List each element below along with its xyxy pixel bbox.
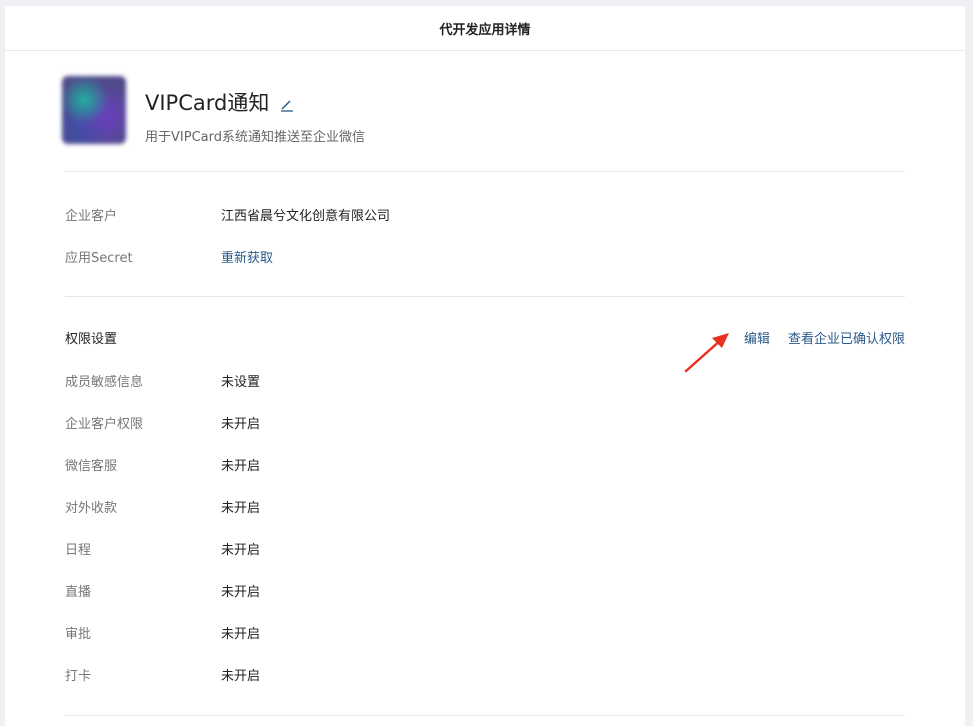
app-description: 用于VIPCard系统通知推送至企业微信 <box>145 130 365 145</box>
annotation-arrow-icon <box>684 333 729 373</box>
refetch-secret-link[interactable]: 重新获取 <box>221 247 273 266</box>
permission-row: 企业客户权限 未开启 <box>65 412 905 432</box>
view-confirmed-permission-link[interactable]: 查看企业已确认权限 <box>788 328 905 347</box>
permission-label: 微信客服 <box>65 458 118 474</box>
permission-row: 审批 未开启 <box>65 622 905 642</box>
permission-value: 未设置 <box>221 374 261 390</box>
permission-row: 成员敏感信息 未设置 <box>65 370 905 390</box>
permission-label: 成员敏感信息 <box>65 374 144 390</box>
app-title-row: VIPCard通知 <box>145 87 295 117</box>
permission-row: 微信客服 未开启 <box>65 454 905 474</box>
content-area: VIPCard通知 用于VIPCard系统通知推送至企业微信 企业客户 江西省晨… <box>62 51 905 716</box>
permission-label: 对外收款 <box>65 500 118 516</box>
app-detail-panel: 代开发应用详情 VIPCard通知 用于VIPCard系统通知推送至企业微信 企… <box>5 6 965 726</box>
edit-permission-link[interactable]: 编辑 <box>744 328 770 347</box>
permission-label: 企业客户权限 <box>65 416 144 432</box>
info-label: 企业客户 <box>65 208 118 224</box>
permission-row: 对外收款 未开启 <box>65 496 905 516</box>
info-row-customer: 企业客户 江西省晨兮文化创意有限公司 <box>65 204 905 224</box>
permission-value: 未开启 <box>221 542 261 558</box>
info-row-secret: 应用Secret 重新获取 <box>65 246 905 266</box>
app-header: VIPCard通知 用于VIPCard系统通知推送至企业微信 <box>62 51 905 172</box>
permission-value: 未开启 <box>221 458 261 474</box>
permission-value: 未开启 <box>221 668 261 684</box>
permission-actions: 编辑 查看企业已确认权限 <box>744 328 905 347</box>
permission-label: 直播 <box>65 584 92 600</box>
app-logo <box>62 76 126 144</box>
permission-label: 审批 <box>65 626 92 642</box>
permission-row: 打卡 未开启 <box>65 664 905 684</box>
permission-label: 打卡 <box>65 668 92 684</box>
info-value: 江西省晨兮文化创意有限公司 <box>221 208 391 224</box>
info-section: 企业客户 江西省晨兮文化创意有限公司 应用Secret 重新获取 <box>65 172 905 297</box>
pencil-icon[interactable] <box>279 94 295 112</box>
app-name: VIPCard通知 <box>145 91 270 115</box>
permission-label: 日程 <box>65 542 92 558</box>
permission-section: 权限设置 编辑 查看企业已确认权限 成员敏感信息 未设置 企业客户权限 未开启 … <box>65 297 905 716</box>
permission-row: 日程 未开启 <box>65 538 905 558</box>
permission-value: 未开启 <box>221 416 261 432</box>
permission-value: 未开启 <box>221 584 261 600</box>
permission-title: 权限设置 <box>65 332 118 347</box>
permission-value: 未开启 <box>221 500 261 516</box>
info-label: 应用Secret <box>65 250 133 266</box>
page-title: 代开发应用详情 <box>5 6 965 51</box>
permission-row: 直播 未开启 <box>65 580 905 600</box>
permission-value: 未开启 <box>221 626 261 642</box>
